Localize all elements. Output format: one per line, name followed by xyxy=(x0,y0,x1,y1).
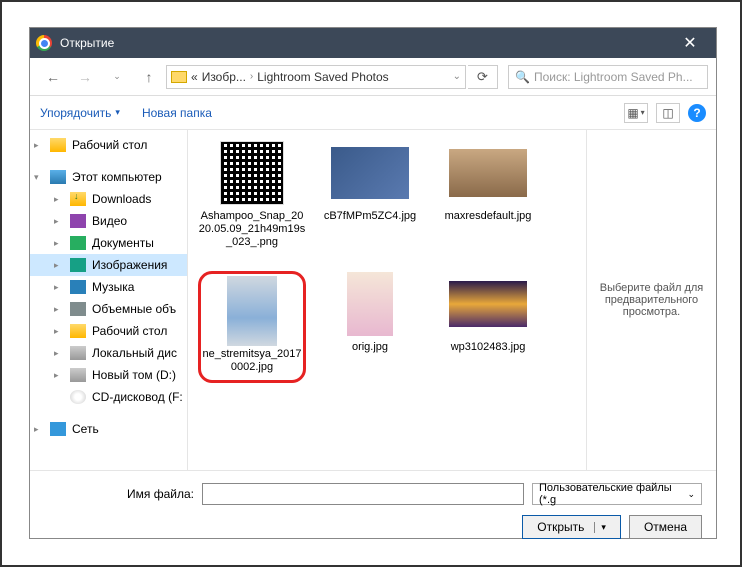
sidebar-item-desktop2[interactable]: ▸Рабочий стол xyxy=(30,320,187,342)
chrome-icon xyxy=(36,35,52,51)
chevron-down-icon[interactable]: ⌄ xyxy=(453,71,461,82)
sidebar-item-documents[interactable]: ▸Документы xyxy=(30,232,187,254)
new-folder-button[interactable]: Новая папка xyxy=(142,106,212,120)
sidebar-item-cd[interactable]: CD-дисковод (F: xyxy=(30,386,187,408)
file-item[interactable]: Ashampoo_Snap_2020.05.09_21h49m19s_023_.… xyxy=(198,140,306,249)
search-icon: 🔍 xyxy=(515,70,530,84)
up-button[interactable]: ↑ xyxy=(134,63,164,91)
thumbnail-icon xyxy=(347,272,393,336)
sidebar-item-this-pc[interactable]: ▾Этот компьютер xyxy=(30,166,187,188)
thumbnail-icon xyxy=(331,147,409,199)
sidebar-item-new-volume[interactable]: ▸Новый том (D:) xyxy=(30,364,187,386)
navbar: ← → ⌄ ↑ « Изобр... › Lightroom Saved Pho… xyxy=(30,58,716,96)
toolbar: Упорядочить ▾ Новая папка ▦▾ ◫ ? xyxy=(30,96,716,130)
thumbnail-icon xyxy=(449,149,527,197)
chevron-down-icon: ⌄ xyxy=(687,489,695,500)
window-title: Открытие xyxy=(60,36,114,50)
file-open-dialog: Открытие ✕ ← → ⌄ ↑ « Изобр... › Lightroo… xyxy=(30,28,716,538)
sidebar: ▸Рабочий стол ▾Этот компьютер ▸Downloads… xyxy=(30,130,188,470)
sidebar-item-desktop[interactable]: ▸Рабочий стол xyxy=(30,134,187,156)
sidebar-item-downloads[interactable]: ▸Downloads xyxy=(30,188,187,210)
chevron-down-icon: ▾ xyxy=(115,107,120,118)
breadcrumb[interactable]: « Изобр... › Lightroom Saved Photos ⌄ xyxy=(166,65,466,89)
sidebar-item-network[interactable]: ▸Сеть xyxy=(30,418,187,440)
filetype-select[interactable]: Пользовательские файлы (*.g ⌄ xyxy=(532,483,702,505)
file-list: Ashampoo_Snap_2020.05.09_21h49m19s_023_.… xyxy=(188,130,586,470)
bottom-panel: Имя файла: Пользовательские файлы (*.g ⌄… xyxy=(30,470,716,551)
back-button[interactable]: ← xyxy=(38,63,68,91)
file-item[interactable]: orig.jpg xyxy=(316,271,424,383)
sidebar-item-video[interactable]: ▸Видео xyxy=(30,210,187,232)
thumbnail-icon xyxy=(220,141,284,205)
file-item[interactable]: wp3102483.jpg xyxy=(434,271,542,383)
open-button[interactable]: Открыть▾ xyxy=(522,515,621,539)
filename-input[interactable] xyxy=(202,483,524,505)
view-mode-button[interactable]: ▦▾ xyxy=(624,103,648,123)
sidebar-item-local-disk[interactable]: ▸Локальный дис xyxy=(30,342,187,364)
file-item-highlighted[interactable]: ne_stremitsya_20170002.jpg xyxy=(198,271,306,383)
close-button[interactable]: ✕ xyxy=(670,28,710,58)
breadcrumb-item[interactable]: Lightroom Saved Photos xyxy=(257,70,388,84)
file-item[interactable]: cB7fMPm5ZC4.jpg xyxy=(316,140,424,249)
thumbnail-icon xyxy=(227,276,277,346)
refresh-button[interactable]: ⟳ xyxy=(468,65,498,89)
chevron-down-icon[interactable]: ▾ xyxy=(594,522,606,533)
titlebar: Открытие ✕ xyxy=(30,28,716,58)
file-item[interactable]: maxresdefault.jpg xyxy=(434,140,542,249)
thumbnail-icon xyxy=(449,281,527,327)
sidebar-item-volumes[interactable]: ▸Объемные объ xyxy=(30,298,187,320)
cancel-button[interactable]: Отмена xyxy=(629,515,702,539)
help-button[interactable]: ? xyxy=(688,104,706,122)
forward-button[interactable]: → xyxy=(70,63,100,91)
history-dropdown[interactable]: ⌄ xyxy=(102,63,132,91)
sidebar-item-images[interactable]: ▸Изображения xyxy=(30,254,187,276)
preview-toggle-button[interactable]: ◫ xyxy=(656,103,680,123)
breadcrumb-item[interactable]: Изобр... xyxy=(202,70,246,84)
chevron-right-icon: › xyxy=(246,71,257,82)
filename-label: Имя файла: xyxy=(44,487,194,501)
organize-menu[interactable]: Упорядочить xyxy=(40,106,111,120)
preview-pane: Выберите файл для предварительного просм… xyxy=(586,130,716,470)
folder-icon xyxy=(171,71,187,83)
search-input[interactable]: 🔍 Поиск: Lightroom Saved Ph... xyxy=(508,65,708,89)
sidebar-item-music[interactable]: ▸Музыка xyxy=(30,276,187,298)
